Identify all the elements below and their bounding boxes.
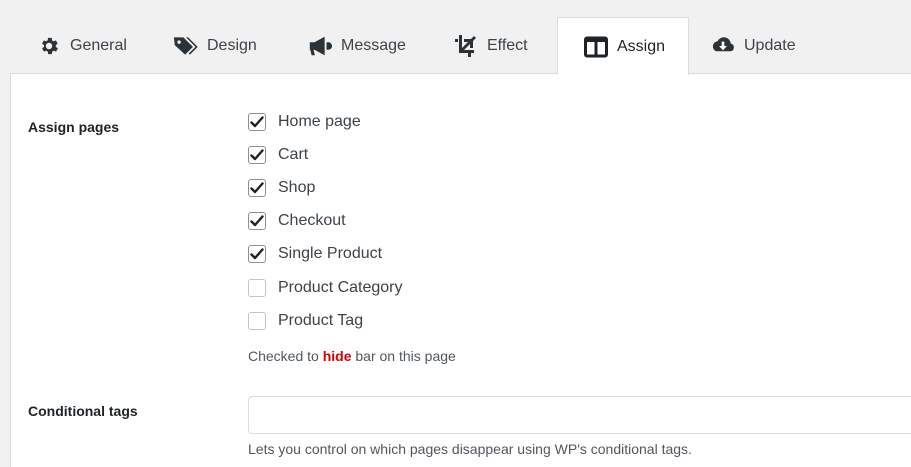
gear-icon bbox=[36, 33, 62, 59]
note-prefix: Checked to bbox=[248, 348, 319, 364]
checkbox-shop[interactable]: Shop bbox=[248, 177, 315, 199]
checkbox-cart[interactable]: Cart bbox=[248, 144, 308, 166]
crop-icon bbox=[453, 33, 479, 59]
checkbox-label: Product Tag bbox=[278, 312, 364, 329]
tab-update[interactable]: Update bbox=[710, 17, 796, 74]
columns-icon bbox=[583, 34, 609, 60]
tab-effect-label: Effect bbox=[487, 36, 528, 54]
tab-assign[interactable]: Assign bbox=[557, 17, 689, 75]
tab-general-label: General bbox=[70, 36, 127, 54]
checkbox-box[interactable] bbox=[248, 113, 266, 131]
tab-design[interactable]: Design bbox=[173, 17, 257, 74]
checkbox-box[interactable] bbox=[248, 245, 266, 263]
checkbox-label: Checkout bbox=[278, 212, 346, 229]
checkbox-box[interactable] bbox=[248, 279, 266, 297]
checkbox-box[interactable] bbox=[248, 146, 266, 164]
megaphone-icon bbox=[307, 33, 333, 59]
checkbox-label: Single Product bbox=[278, 245, 383, 262]
checkbox-home-page[interactable]: Home page bbox=[248, 111, 361, 133]
tab-effect[interactable]: Effect bbox=[453, 17, 528, 74]
cloud-download-icon bbox=[710, 33, 736, 59]
tab-assign-label: Assign bbox=[617, 37, 666, 55]
note-highlight: hide bbox=[322, 348, 352, 364]
checkbox-box[interactable] bbox=[248, 312, 266, 330]
checkbox-product-tag[interactable]: Product Tag bbox=[248, 310, 363, 332]
tab-design-label: Design bbox=[207, 36, 257, 54]
tab-message[interactable]: Message bbox=[307, 17, 406, 74]
checkbox-box[interactable] bbox=[248, 212, 266, 230]
tab-general[interactable]: General bbox=[36, 17, 127, 74]
checkbox-label: Product Category bbox=[278, 279, 403, 296]
conditional-tags-input[interactable] bbox=[248, 396, 911, 434]
conditional-tags-help: Lets you control on which pages disappea… bbox=[248, 441, 692, 457]
tab-update-label: Update bbox=[744, 36, 796, 54]
checkbox-label: Shop bbox=[278, 179, 316, 196]
checkbox-single-product[interactable]: Single Product bbox=[248, 243, 382, 265]
assign-panel: Assign pages Home page Cart Shop Checkou… bbox=[10, 73, 911, 467]
conditional-tags-label: Conditional tags bbox=[28, 403, 138, 419]
note-suffix: bar on this page bbox=[355, 348, 456, 364]
checkbox-checkout[interactable]: Checkout bbox=[248, 210, 346, 232]
checkbox-label: Home page bbox=[278, 113, 361, 130]
tags-icon bbox=[173, 33, 199, 59]
tab-bar: General Design Message Effect Assign Upd… bbox=[10, 17, 911, 75]
assign-pages-label: Assign pages bbox=[28, 119, 120, 135]
assign-pages-note: Checked to hide bar on this page bbox=[248, 348, 456, 364]
checkbox-box[interactable] bbox=[248, 179, 266, 197]
tab-message-label: Message bbox=[341, 36, 406, 54]
checkbox-product-category[interactable]: Product Category bbox=[248, 277, 403, 299]
checkbox-label: Cart bbox=[278, 146, 309, 163]
